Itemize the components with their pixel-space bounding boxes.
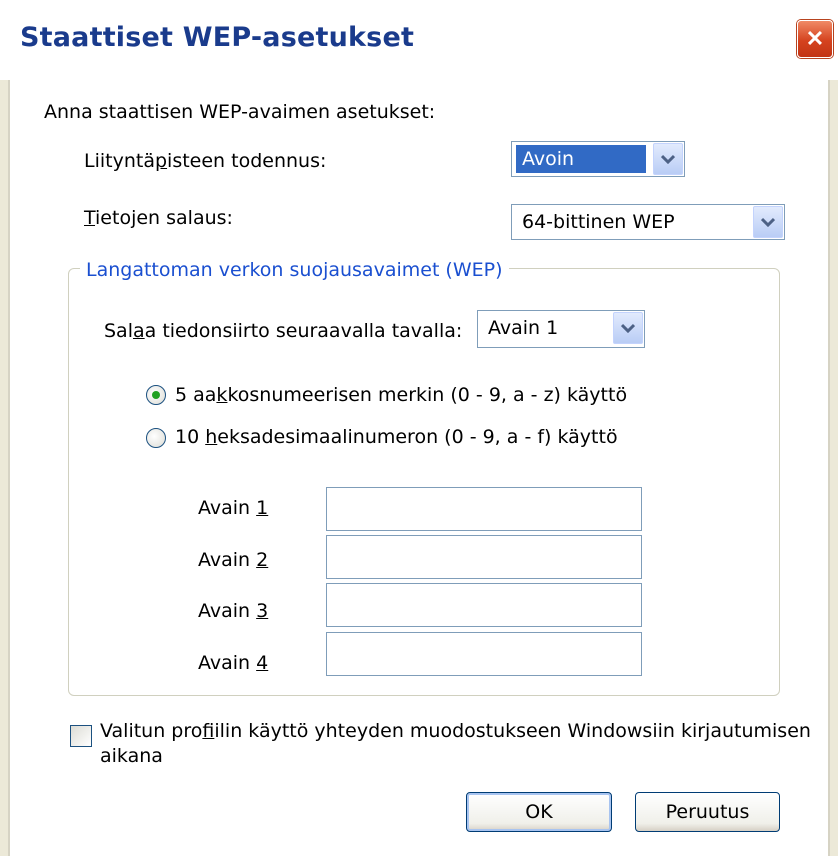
- key-4-input[interactable]: [326, 632, 642, 676]
- radio-ascii[interactable]: [146, 385, 166, 405]
- encryption-select-value: 64-bittinen WEP: [522, 211, 675, 233]
- encrypt-with-label: Salaa tiedonsiirto seuraavalla tavalla:: [104, 320, 463, 342]
- transmit-key-dropdown-button[interactable]: [613, 312, 643, 344]
- radio-hex-label[interactable]: 10 heksadesimaalinumeron (0 - 9, a - f) …: [175, 426, 618, 448]
- title-bar[interactable]: Staattiset WEP-asetukset ✕: [0, 0, 838, 80]
- wep-keys-group-title: Langattoman verkon suojausavaimet (WEP): [80, 259, 509, 281]
- use-profile-at-logon-label[interactable]: Valitun profiilin käyttö yhteyden muodos…: [100, 720, 811, 742]
- close-button[interactable]: ✕: [797, 20, 833, 58]
- auth-select-value: Avoin: [516, 145, 646, 173]
- key-1-input[interactable]: [326, 487, 642, 531]
- key-3-input[interactable]: [326, 583, 642, 627]
- transmit-key-select-value: Avain 1: [488, 317, 559, 339]
- window-title: Staattiset WEP-asetukset: [20, 22, 415, 53]
- cancel-button[interactable]: Peruutus: [635, 792, 780, 832]
- radio-ascii-label[interactable]: 5 aakkosnumeerisen merkin (0 - 9, a - z)…: [175, 384, 627, 406]
- chevron-down-icon: [621, 323, 635, 333]
- encryption-select[interactable]: 64-bittinen WEP: [511, 204, 785, 240]
- wep-settings-dialog: Staattiset WEP-asetukset ✕ Anna staattis…: [0, 0, 838, 856]
- key-3-label: Avain 3: [198, 600, 269, 622]
- auth-dropdown-button[interactable]: [653, 143, 683, 175]
- chevron-down-icon: [661, 154, 675, 164]
- key-2-label: Avain 2: [198, 549, 269, 571]
- key-2-input[interactable]: [326, 535, 642, 579]
- use-profile-at-logon-label-line2[interactable]: aikana: [100, 745, 163, 767]
- auth-select[interactable]: Avoin: [511, 141, 685, 177]
- use-profile-at-logon-checkbox[interactable]: [70, 725, 92, 747]
- radio-selected-dot: [152, 391, 160, 399]
- encryption-label: Tietojen salaus:: [84, 207, 233, 229]
- close-icon: ✕: [805, 26, 825, 51]
- ok-button[interactable]: OK: [466, 792, 612, 832]
- chevron-down-icon: [761, 217, 775, 227]
- transmit-key-select[interactable]: Avain 1: [477, 310, 645, 348]
- intro-label: Anna staattisen WEP-avaimen asetukset:: [44, 101, 436, 123]
- key-4-label: Avain 4: [198, 652, 269, 674]
- key-1-label: Avain 1: [198, 497, 269, 519]
- encryption-dropdown-button[interactable]: [753, 206, 783, 238]
- radio-hex[interactable]: [146, 428, 166, 448]
- auth-label: Liityntäpisteen todennus:: [84, 150, 327, 172]
